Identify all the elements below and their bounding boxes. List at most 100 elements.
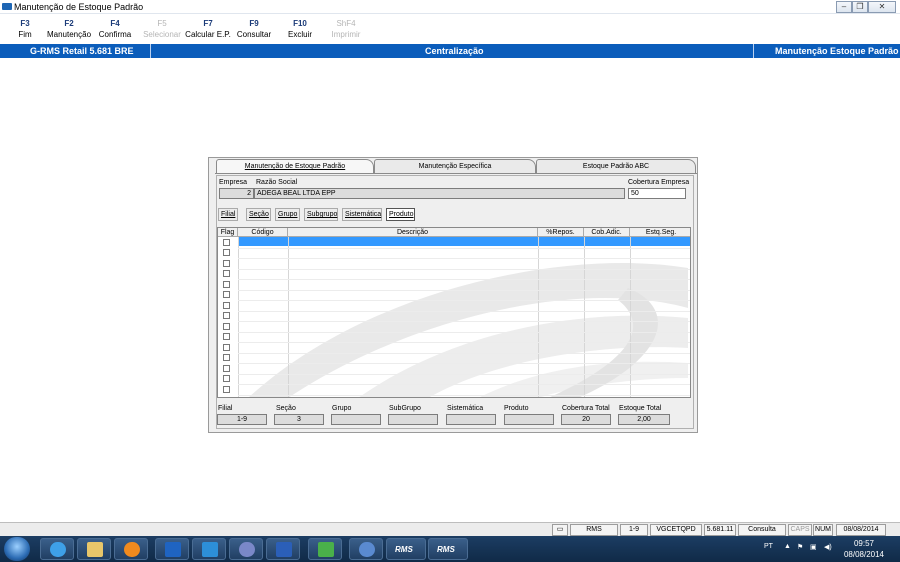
summary-estoque-total-label: Estoque Total — [619, 405, 662, 412]
summary-sistematica-label: Sistemática — [447, 405, 484, 412]
status-filial: 1-9 — [620, 524, 648, 536]
keyboard-icon: ▭ — [552, 524, 568, 536]
imprimir-button[interactable]: ShF4 Imprimir — [321, 18, 371, 40]
tab-manutencao-estoque-padrao[interactable]: Manutenção de Estoque Padrão — [216, 159, 374, 174]
summary-cobertura-total-label: Cobertura Total — [562, 405, 610, 412]
table-row[interactable] — [238, 384, 690, 385]
filter-secao-button[interactable]: Seção — [246, 208, 271, 221]
flag-checkbox[interactable] — [223, 249, 230, 256]
table-row[interactable] — [238, 321, 690, 322]
action-center-icon[interactable]: ⚑ — [797, 543, 803, 551]
manutencao-button[interactable]: F2 Manutenção — [44, 18, 94, 40]
table-row[interactable] — [238, 342, 690, 343]
summary-secao-label: Seção — [276, 405, 296, 412]
filter-subgrupo-button[interactable]: Subgrupo — [304, 208, 338, 221]
flag-checkbox[interactable] — [223, 385, 230, 393]
screen-name: Manutenção Estoque Padrão — [775, 46, 899, 56]
selecionar-button[interactable]: F5 Selecionar — [137, 18, 187, 40]
flag-checkbox[interactable] — [223, 259, 230, 267]
taskbar: RMS RMS PT ▲ ⚑ ▣ ◀) 09:57 08/08/2014 — [0, 536, 900, 562]
flag-checkbox[interactable] — [223, 333, 230, 340]
column-header-codigo[interactable]: Código — [238, 228, 288, 237]
column-header-repos[interactable]: %Repos. — [538, 228, 584, 237]
flag-checkbox[interactable] — [223, 364, 230, 372]
table-row[interactable] — [238, 352, 690, 354]
flag-checkbox[interactable] — [223, 312, 230, 319]
table-row[interactable] — [238, 279, 690, 280]
column-header-cob-adic[interactable]: Cob.Adic. — [584, 228, 630, 237]
clock[interactable]: 09:57 08/08/2014 — [844, 538, 884, 560]
table-row[interactable] — [238, 289, 690, 291]
flag-checkbox[interactable] — [223, 322, 230, 330]
column-header-flag[interactable]: Flag — [218, 228, 238, 237]
network-status-icon[interactable]: ▣ — [810, 543, 817, 551]
summary-filial-label: Filial — [218, 405, 233, 412]
confirma-button[interactable]: F4 Confirma — [90, 18, 140, 40]
table-row[interactable] — [238, 247, 690, 249]
explorer-icon[interactable] — [77, 538, 111, 560]
status-system: RMS — [570, 524, 618, 536]
window-title: Manutenção de Estoque Padrão — [14, 2, 144, 12]
summary-cobertura-total-field: 20 — [561, 414, 611, 425]
start-button[interactable] — [4, 537, 30, 561]
filter-grupo-button[interactable]: Grupo — [275, 208, 300, 221]
flag-checkbox[interactable] — [223, 375, 230, 382]
status-num: NUM — [813, 524, 833, 536]
word-icon[interactable] — [266, 538, 300, 560]
fim-button[interactable]: F3 Fim — [0, 18, 50, 40]
tab-estoque-padrao-abc[interactable]: Estoque Padrão ABC — [536, 159, 696, 173]
product-grid[interactable]: Flag Código Descrição %Repos. Cob.Adic. … — [217, 227, 691, 398]
excluir-button[interactable]: F10 Excluir — [275, 18, 325, 40]
status-caps: CAPS — [788, 524, 812, 536]
flag-checkbox[interactable] — [223, 238, 230, 246]
fortinet-icon[interactable] — [349, 538, 383, 560]
ie-icon[interactable] — [40, 538, 74, 560]
selected-row[interactable] — [238, 237, 690, 246]
flag-checkbox[interactable] — [223, 291, 230, 298]
close-icon[interactable]: ✕ — [868, 1, 896, 13]
razao-social-field: ADEGA BEAL LTDA EPP — [254, 188, 625, 199]
flag-checkbox[interactable] — [223, 270, 230, 277]
empresa-field: 2 — [219, 188, 254, 199]
lync-icon[interactable] — [192, 538, 226, 560]
language-indicator[interactable]: PT — [764, 543, 773, 550]
table-row[interactable] — [238, 331, 690, 333]
cobertura-empresa-label: Cobertura Empresa — [628, 179, 690, 186]
restore-icon[interactable]: ❐ — [852, 1, 868, 13]
flag-checkbox[interactable] — [223, 301, 230, 309]
summary-estoque-total-field: 2,00 — [618, 414, 670, 425]
razao-social-label: Razão Social — [256, 179, 298, 186]
summary-grupo-label: Grupo — [332, 405, 352, 412]
media-player-icon[interactable] — [114, 538, 148, 560]
table-row[interactable] — [238, 258, 690, 259]
outlook-icon[interactable] — [155, 538, 189, 560]
table-row[interactable] — [238, 268, 690, 270]
filter-filial-button[interactable]: Filial — [218, 208, 238, 221]
table-row[interactable] — [238, 394, 690, 396]
show-hidden-icons[interactable]: ▲ — [784, 543, 791, 550]
filter-sistematica-button[interactable]: Sistemática — [342, 208, 382, 221]
cobertura-empresa-input[interactable]: 50 — [628, 188, 686, 199]
table-row[interactable] — [238, 363, 690, 364]
app-icon[interactable] — [308, 538, 342, 560]
table-row[interactable] — [238, 310, 690, 312]
minimize-icon[interactable]: – — [836, 1, 852, 13]
column-header-estq-seg[interactable]: Estq.Seg. — [630, 228, 690, 237]
flag-checkbox[interactable] — [223, 343, 230, 351]
rms-app-button-1[interactable]: RMS — [386, 538, 426, 560]
calcular-ep-button[interactable]: F7 Calcular E.P. — [183, 18, 233, 40]
title-bar: Manutenção de Estoque Padrão – ❐ ✕ — [0, 0, 900, 14]
volume-icon[interactable]: ◀) — [824, 543, 832, 551]
network-icon[interactable] — [229, 538, 263, 560]
tab-manutencao-especifica[interactable]: Manutenção Específica — [374, 159, 536, 173]
summary-sistematica-field — [446, 414, 496, 425]
rms-app-button-2[interactable]: RMS — [428, 538, 468, 560]
summary-grupo-field — [331, 414, 381, 425]
filter-produto-button[interactable]: Produto — [386, 208, 415, 221]
consultar-button[interactable]: F9 Consultar — [229, 18, 279, 40]
table-row[interactable] — [238, 300, 690, 301]
flag-checkbox[interactable] — [223, 354, 230, 361]
flag-checkbox[interactable] — [223, 280, 230, 288]
table-row[interactable] — [238, 373, 690, 375]
column-header-descricao[interactable]: Descrição — [288, 228, 538, 237]
